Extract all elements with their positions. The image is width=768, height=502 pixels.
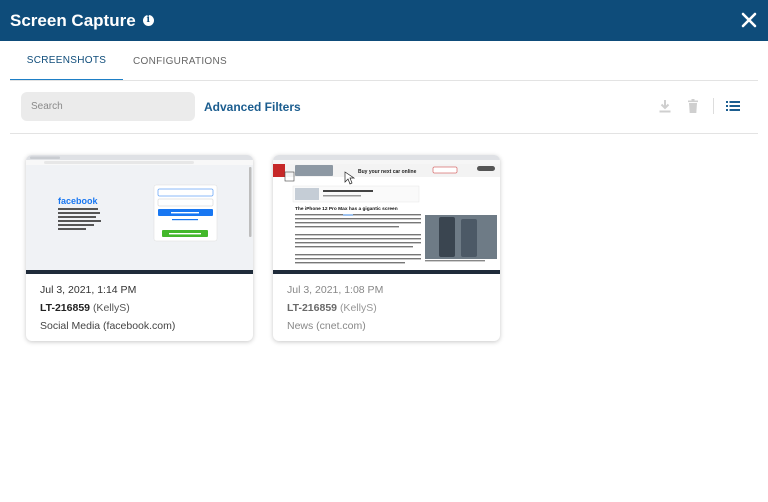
screenshot-card[interactable]: facebook Jul 3, 2021, 1:14 PM LT-216859 …: [26, 155, 253, 341]
capture-category: News (cnet.com): [287, 320, 366, 332]
cnet-screenshot-image: Buy your next car online The iPhone 12 P…: [273, 155, 500, 274]
facebook-logo-text: facebook: [58, 196, 99, 206]
list-view-icon[interactable]: [725, 98, 741, 114]
screenshot-thumbnail: facebook: [26, 155, 253, 274]
advanced-filters-link[interactable]: Advanced Filters: [204, 100, 301, 114]
toolbar-separator: [713, 98, 714, 114]
screenshot-card[interactable]: Buy your next car online The iPhone 12 P…: [273, 155, 500, 341]
toolbar-divider: [10, 133, 758, 134]
info-icon[interactable]: i: [142, 15, 154, 26]
user-id: LT-216859: [287, 302, 338, 314]
dialog-title: Screen Capture: [10, 10, 136, 30]
capture-user: LT-216859 (KellyS): [287, 299, 383, 317]
ad-text: Buy your next car online: [358, 169, 417, 175]
toolbar: Advanced Filters: [0, 92, 768, 122]
user-name: (KellyS): [92, 302, 130, 314]
capture-date: Jul 3, 2021, 1:08 PM: [287, 284, 384, 296]
capture-user: LT-216859 (KellyS): [40, 299, 175, 317]
screenshot-thumbnail: Buy your next car online The iPhone 12 P…: [273, 155, 500, 274]
card-meta: Jul 3, 2021, 1:08 PM LT-216859 (KellyS) …: [287, 281, 383, 335]
capture-date: Jul 3, 2021, 1:14 PM: [40, 284, 137, 296]
delete-icon[interactable]: [685, 98, 701, 114]
user-id: LT-216859: [40, 302, 91, 314]
facebook-screenshot-image: facebook: [26, 155, 253, 274]
card-meta: Jul 3, 2021, 1:14 PM LT-216859 (KellyS) …: [40, 281, 175, 335]
dialog-header: Screen Capture i: [0, 0, 768, 41]
tab-configurations[interactable]: CONFIGURATIONS: [128, 41, 232, 81]
user-name: (KellyS): [339, 302, 377, 314]
tabs-divider: [10, 80, 758, 81]
download-icon[interactable]: [657, 98, 673, 114]
article-headline: The iPhone 12 Pro Max has a gigantic scr…: [295, 206, 398, 212]
search-input[interactable]: [21, 92, 195, 121]
close-icon[interactable]: [740, 11, 758, 29]
tab-screenshots[interactable]: SCREENSHOTS: [10, 41, 123, 81]
tab-bar: SCREENSHOTS CONFIGURATIONS: [0, 41, 768, 81]
capture-category: Social Media (facebook.com): [40, 320, 176, 332]
